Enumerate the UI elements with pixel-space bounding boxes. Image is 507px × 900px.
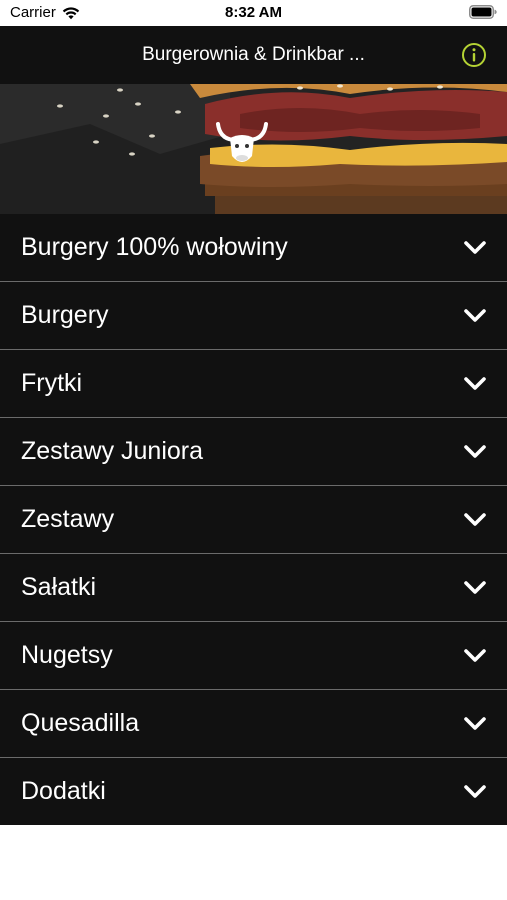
chevron-down-icon <box>464 648 486 662</box>
category-label: Dodatki <box>21 777 106 805</box>
bull-logo <box>216 122 268 162</box>
category-quesadilla[interactable]: Quesadilla <box>0 690 507 758</box>
category-label: Quesadilla <box>21 709 140 737</box>
menu-list: Burgery 100% wołowiny Burgery Frytki Zes… <box>0 214 507 825</box>
chevron-down-icon <box>464 580 486 594</box>
category-label: Frytki <box>21 369 83 397</box>
category-burgery-wolowina[interactable]: Burgery 100% wołowiny <box>0 214 507 282</box>
chevron-down-icon <box>464 308 486 322</box>
chevron-down-icon <box>464 512 486 526</box>
page-title: Burgerownia & Drinkbar ... <box>142 44 365 65</box>
status-bar: Carrier 8:32 AM <box>0 0 507 26</box>
battery-icon <box>469 5 497 19</box>
nav-bar: Burgerownia & Drinkbar ... <box>0 26 507 84</box>
status-time: 8:32 AM <box>225 4 282 21</box>
category-salatki[interactable]: Sałatki <box>0 554 507 622</box>
chevron-down-icon <box>464 716 486 730</box>
chevron-down-icon <box>464 784 486 798</box>
status-right <box>469 5 497 23</box>
category-label: Burgery <box>21 301 109 329</box>
chevron-down-icon <box>464 240 486 254</box>
category-frytki[interactable]: Frytki <box>0 350 507 418</box>
category-zestawy[interactable]: Zestawy <box>0 486 507 554</box>
category-label: Sałatki <box>21 573 97 601</box>
category-label: Zestawy <box>21 505 115 533</box>
chevron-down-icon <box>464 376 486 390</box>
category-label: Zestawy Juniora <box>21 437 204 465</box>
category-label: Nugetsy <box>21 641 113 669</box>
hero-banner <box>0 84 507 214</box>
category-burgery[interactable]: Burgery <box>0 282 507 350</box>
chevron-down-icon <box>464 444 486 458</box>
category-label: Burgery 100% wołowiny <box>21 233 288 261</box>
info-icon[interactable] <box>461 42 487 68</box>
category-nugetsy[interactable]: Nugetsy <box>0 622 507 690</box>
category-dodatki[interactable]: Dodatki <box>0 758 507 825</box>
category-zestawy-juniora[interactable]: Zestawy Juniora <box>0 418 507 486</box>
